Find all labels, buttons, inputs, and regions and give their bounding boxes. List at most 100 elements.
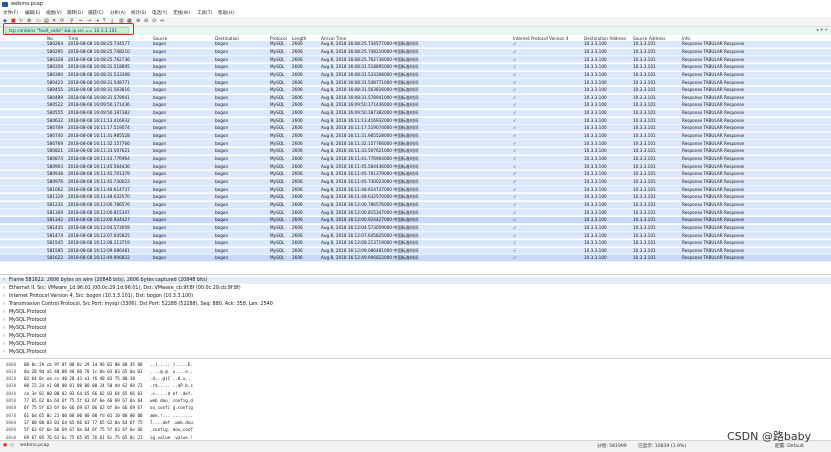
expand-arrow-icon[interactable]: ›	[3, 326, 5, 331]
table-row[interactable]: 580555 2018-08-08 16:09:50.187382 bogon bog…	[0, 109, 831, 117]
expand-arrow-icon[interactable]: ›	[3, 318, 5, 323]
table-row[interactable]: 580359 2018-08-08 16:08:31.518895 bogon bog…	[0, 63, 831, 71]
menu-go[interactable]: 跳转(G)	[67, 10, 83, 16]
table-row[interactable]: 580976 2018-08-08 16:11:45.730023 bogon bog…	[0, 178, 831, 186]
hex-row[interactable]: 0010 0a 20 9d a5 40 00 40 06 78 1c 0a 03 …	[0, 368, 831, 374]
detail-tree-item[interactable]: › MySQL Protocol	[0, 325, 831, 332]
menu-telephony[interactable]: 电话(Y)	[152, 10, 167, 16]
table-row[interactable]: 581585 2018-08-08 16:12:09.086481 bogon bog…	[0, 247, 831, 255]
hex-row[interactable]: 0070 61 6d 65 0c 21 00 00 00 00 00 fd 01 …	[0, 412, 831, 418]
column-header-no[interactable]: No.	[47, 36, 54, 41]
table-row[interactable]: 581062 2018-08-08 16:11:48.614737 bogon bog…	[0, 186, 831, 194]
shark-fin-icon[interactable]: ◆	[3, 18, 7, 24]
table-row[interactable]: 580740 2018-08-08 16:11:31.985528 bogon bog…	[0, 132, 831, 140]
table-row[interactable]: 581622 2018-08-08 16:12:49.906822 bogon bog…	[0, 255, 831, 263]
column-header-destination[interactable]: Destination	[215, 36, 239, 41]
hex-row[interactable]: 0080 37 00 00 03 03 64 65 66 03 77 65 62 …	[0, 419, 831, 425]
zoom-reset-icon[interactable]: ⊙	[152, 18, 156, 24]
hex-row[interactable]: 0090 5f 63 6f 6e 66 69 67 0a 64 6f 75 5f …	[0, 427, 831, 433]
hex-row[interactable]: 0050 77 65 62 0a 64 6f 75 5f 63 6f 6e 66 …	[0, 398, 831, 404]
reload-icon[interactable]: ⟳	[60, 18, 64, 24]
zoom-out-icon[interactable]: ⊖	[144, 18, 148, 24]
menu-help[interactable]: 帮助(H)	[218, 10, 234, 16]
resize-columns-icon[interactable]: ⇔	[160, 18, 164, 24]
save-icon[interactable]: ▤	[44, 18, 49, 24]
hex-row[interactable]: 0040 ca 3e 01 00 00 02 03 64 65 66 02 03 …	[0, 390, 831, 396]
menu-view[interactable]: 视图(V)	[46, 10, 62, 16]
menu-analyze[interactable]: 分析(A)	[110, 10, 126, 16]
table-row[interactable]: 581545 2018-08-08 16:12:08.213719 bogon bog…	[0, 239, 831, 247]
menu-file[interactable]: 文件(F)	[3, 10, 18, 16]
open-icon[interactable]: ▭	[36, 18, 41, 24]
expert-info-icon[interactable]: ●	[3, 443, 7, 448]
column-header-length[interactable]: Length	[292, 36, 306, 41]
column-header-destination-address[interactable]: Destination Address	[584, 36, 626, 41]
hex-row[interactable]: 0020 03 64 0c ea cc 40 28 43 a1 f6 48 83 …	[0, 376, 831, 382]
detail-tree-item[interactable]: › Frame 581622: 2606 bytes on wire (20848…	[0, 277, 831, 284]
column-header-source-address[interactable]: Source Address	[633, 36, 665, 41]
column-header-info[interactable]: Info	[682, 36, 690, 41]
detail-tree-item[interactable]: › Transmission Control Protocol, Src Port…	[0, 301, 831, 308]
expand-arrow-icon[interactable]: ›	[3, 278, 5, 283]
table-row[interactable]: 580903 2018-08-08 16:11:45.564436 bogon bog…	[0, 163, 831, 171]
expand-arrow-icon[interactable]: ›	[3, 286, 5, 291]
column-header-time[interactable]: Time	[68, 36, 78, 41]
restart-icon[interactable]: ↻	[19, 18, 23, 24]
table-row[interactable]: 581474 2018-08-08 16:12:07.645825 bogon bog…	[0, 232, 831, 240]
expand-arrow-icon[interactable]: ›	[3, 310, 5, 315]
hex-row[interactable]: 0000 00 0c 29 cb 9f 8f 00 0c 29 1d 96 01 …	[0, 361, 831, 367]
hex-row[interactable]: 0060 6f 75 5f 63 6f 6e 66 69 67 06 63 6f …	[0, 405, 831, 411]
table-row[interactable]: 580390 2018-08-08 16:08:31.533308 bogon bog…	[0, 71, 831, 79]
table-row[interactable]: 581235 2018-08-08 16:12:00.786576 bogon bog…	[0, 201, 831, 209]
column-header-ipv4[interactable]: Internet Protocol Version 4	[513, 36, 569, 41]
table-row[interactable]: 580455 2018-08-08 16:08:31.563816 bogon bog…	[0, 86, 831, 94]
forward-icon[interactable]: →	[87, 18, 91, 24]
table-row[interactable]: 580769 2018-08-08 16:11:32.157766 bogon bog…	[0, 140, 831, 148]
expand-arrow-icon[interactable]: ›	[3, 302, 5, 307]
table-row[interactable]: 580938 2018-08-08 16:11:45.701379 bogon bog…	[0, 171, 831, 179]
hex-row[interactable]: 0030 00 72 24 e1 00 00 01 00 00 00 24 50 …	[0, 383, 831, 389]
table-row[interactable]: 580489 2018-08-08 16:08:31.578941 bogon bog…	[0, 94, 831, 102]
expand-arrow-icon[interactable]: ›	[3, 334, 5, 339]
table-row[interactable]: 580874 2018-08-08 16:11:43.776964 bogon bog…	[0, 155, 831, 163]
table-row[interactable]: 581129 2018-08-08 16:11:48.632570 bogon bog…	[0, 194, 831, 201]
table-row[interactable]: 580709 2018-08-08 16:11:17.519074 bogon bog…	[0, 125, 831, 133]
menu-wireless[interactable]: 无线(W)	[173, 10, 190, 16]
detail-tree-item[interactable]: › MySQL Protocol	[0, 349, 831, 356]
capture-comment-icon[interactable]: ◎	[10, 443, 14, 448]
detail-tree-item[interactable]: › MySQL Protocol	[0, 317, 831, 324]
table-row[interactable]: 581342 2018-08-08 16:12:00.924427 bogon bog…	[0, 216, 831, 224]
top-icon[interactable]: ⤒	[103, 18, 105, 24]
menu-capture[interactable]: 捕获(C)	[88, 10, 104, 16]
table-row[interactable]: 580632 2018-08-08 16:11:13.416932 bogon bog…	[0, 117, 831, 125]
detail-tree-item[interactable]: › MySQL Protocol	[0, 333, 831, 340]
column-header-arrival-time[interactable]: Arrival Time	[321, 36, 346, 41]
detail-tree-item[interactable]: › MySQL Protocol	[0, 341, 831, 348]
menu-edit[interactable]: 编辑(E)	[25, 10, 40, 16]
colorize-icon[interactable]: ▦	[127, 18, 132, 24]
table-row[interactable]: 580295 2018-08-08 16:08:25.748210 bogon bog…	[0, 48, 831, 56]
zoom-in-icon[interactable]: ⊕	[136, 18, 140, 24]
expand-arrow-icon[interactable]: ›	[3, 350, 5, 355]
filter-apply-icon[interactable]: ▸ ▾ +	[817, 28, 828, 33]
display-filter-input[interactable]: tcp contains "fault_code" && ip.src == 1…	[5, 27, 129, 34]
table-row[interactable]: 580821 2018-08-08 16:11:33.507621 bogon bog…	[0, 148, 831, 156]
column-header-protocol[interactable]: Protocol	[270, 36, 287, 41]
detail-tree-item[interactable]: › Internet Protocol Version 4, Src: bogon…	[0, 293, 831, 300]
detail-tree-item[interactable]: › MySQL Protocol	[0, 309, 831, 316]
search-icon[interactable]: ⚲	[70, 18, 74, 24]
close-icon[interactable]: ✕	[52, 18, 56, 24]
table-row[interactable]: 581309 2018-08-08 16:12:00.815347 bogon bog…	[0, 209, 831, 217]
table-row[interactable]: 580328 2018-08-08 16:08:25.762736 bogon bog…	[0, 56, 831, 64]
stop-icon[interactable]: ■	[11, 18, 16, 24]
table-row[interactable]: 580522 2018-08-08 16:09:50.171436 bogon bog…	[0, 102, 831, 110]
expand-arrow-icon[interactable]: ›	[3, 342, 5, 347]
menu-statistics[interactable]: 统计(S)	[131, 10, 146, 16]
column-header-source[interactable]: Source	[153, 36, 167, 41]
jump-icon[interactable]: ⇥	[95, 18, 99, 24]
autoscroll-icon[interactable]: ▥	[119, 18, 124, 24]
expand-arrow-icon[interactable]: ›	[3, 294, 5, 299]
table-row[interactable]: 580264 2018-08-08 16:08:25.734577 bogon bog…	[0, 41, 831, 48]
bottom-icon[interactable]: ⤓	[111, 18, 113, 24]
table-row[interactable]: 580423 2018-08-08 16:08:31.548771 bogon bog…	[0, 79, 831, 87]
